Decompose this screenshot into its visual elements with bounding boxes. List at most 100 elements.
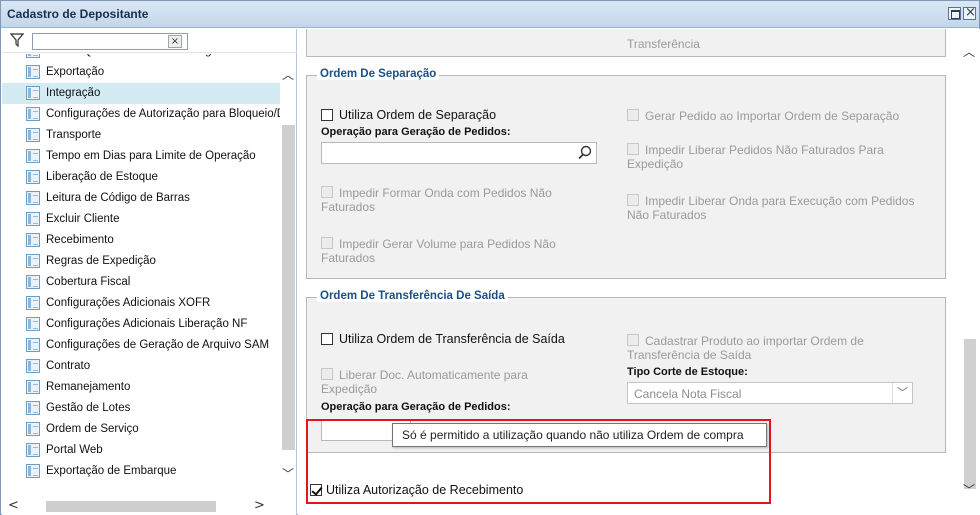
- tree-item[interactable]: Remanejamento: [2, 377, 280, 398]
- document-icon: [26, 65, 40, 79]
- tree-item[interactable]: Tempo em Dias para Limite de Operação: [2, 146, 280, 167]
- document-icon: [26, 296, 40, 310]
- depositante-window: Cadastro de Depositante × × Alterar Qtde…: [0, 0, 980, 515]
- tree-item-label: Configurações de Autorização para Bloque…: [46, 108, 280, 120]
- tree-item[interactable]: Portal Web: [2, 440, 280, 461]
- document-icon: [26, 212, 40, 226]
- scroll-left-icon[interactable]: <: [8, 498, 19, 513]
- left-vertical-scrollbar[interactable]: ︿ ﹀: [280, 68, 297, 507]
- document-icon: [26, 443, 40, 457]
- close-icon: ×: [965, 5, 976, 20]
- clear-icon: ×: [170, 36, 180, 47]
- tree-item-label: Ordem de Serviço: [46, 423, 139, 435]
- clear-filter-button[interactable]: ×: [168, 35, 182, 48]
- tree-item[interactable]: Alterar Qtde. Pedido Armazenagem: [2, 54, 280, 62]
- tree-item-label: Leitura de Código de Barras: [46, 192, 190, 204]
- filter-icon[interactable]: [10, 33, 24, 47]
- utiliza-ordem-separacao-label: Utiliza Ordem de Separação: [339, 108, 497, 122]
- tree-item[interactable]: Configurações de Autorização para Bloque…: [2, 104, 280, 125]
- title-bar[interactable]: Cadastro de Depositante ×: [1, 1, 979, 28]
- search-icon[interactable]: [574, 143, 596, 163]
- tree-item-label: Recebimento: [46, 234, 114, 246]
- tree-item[interactable]: Excluir Cliente: [2, 209, 280, 230]
- tree-item-label: Regras de Expedição: [46, 255, 156, 267]
- filter-input[interactable]: [32, 33, 188, 50]
- document-icon: [26, 107, 40, 121]
- impedir-gerar-volume-label: Impedir Gerar Volume para Pedidos Não Fa…: [321, 237, 556, 265]
- impedir-liberar-pedidos-label: Impedir Liberar Pedidos Não Faturados Pa…: [627, 143, 884, 171]
- tree-item[interactable]: Exportação: [2, 62, 280, 83]
- impedir-liberar-onda-label: Impedir Liberar Onda para Execução com P…: [627, 194, 915, 222]
- document-icon: [26, 338, 40, 352]
- tree-item[interactable]: Liberação de Estoque: [2, 167, 280, 188]
- tree-item-label: Remanejamento: [46, 381, 131, 393]
- document-icon: [26, 275, 40, 289]
- operacao-pedidos-transf-label: Operação para Geração de Pedidos:: [321, 401, 511, 413]
- partial-transferencia-label: Transferência: [627, 37, 700, 51]
- tree-item-label: Tempo em Dias para Limite de Operação: [46, 150, 256, 162]
- gerar-pedido-checkbox[interactable]: [627, 109, 639, 121]
- tree-item[interactable]: Configurações Adicionais XOFR: [2, 293, 280, 314]
- tree-item[interactable]: Configurações Adicionais Liberação NF: [2, 314, 280, 335]
- scroll-right-icon[interactable]: >: [254, 498, 265, 513]
- document-icon: [26, 128, 40, 142]
- document-icon: [26, 359, 40, 373]
- tree-item-label: Integração: [46, 87, 101, 99]
- tree-item[interactable]: Ordem de Serviço: [2, 419, 280, 440]
- window-title: Cadastro de Depositante: [7, 7, 149, 21]
- maximize-button[interactable]: [948, 7, 961, 20]
- gerar-pedido-label: Gerar Pedido ao Importar Ordem de Separa…: [645, 109, 900, 123]
- tree-item[interactable]: Configurações de Geração de Arquivo SAM: [2, 335, 280, 356]
- ordem-separacao-group: Ordem De Separação Utiliza Ordem de Sepa…: [306, 68, 946, 279]
- document-icon: [26, 422, 40, 436]
- document-icon: [26, 191, 40, 205]
- tipo-corte-label: Tipo Corte de Estoque:: [627, 366, 748, 378]
- ordem-separacao-title: Ordem De Separação: [317, 68, 440, 80]
- tree-item-label: Configurações de Geração de Arquivo SAM: [46, 339, 270, 351]
- tree-item-label: Configurações Adicionais Liberação NF: [46, 318, 248, 330]
- left-hscroll-thumb[interactable]: [46, 501, 216, 512]
- right-scroll-thumb[interactable]: [964, 339, 976, 489]
- scroll-up-icon[interactable]: ︿: [963, 43, 975, 60]
- close-button[interactable]: ×: [963, 5, 976, 20]
- operacao-pedidos-label: Operação para Geração de Pedidos:: [321, 126, 511, 138]
- tree-item[interactable]: Transporte: [2, 125, 280, 146]
- scroll-down-icon[interactable]: ﹀: [963, 481, 975, 498]
- tree-item[interactable]: Leitura de Código de Barras: [2, 188, 280, 209]
- tree-item-label: Liberação de Estoque: [46, 171, 158, 183]
- tree-item-label: Exportação: [46, 66, 105, 78]
- document-icon: [26, 380, 40, 394]
- tree-item[interactable]: Regras de Expedição: [2, 251, 280, 272]
- tree-item[interactable]: Exportação de Embarque: [2, 461, 280, 482]
- tree-item-label: Alterar Qtde. Pedido Armazenagem: [46, 54, 228, 57]
- document-icon: [26, 233, 40, 247]
- utiliza-ordem-transferencia-checkbox[interactable]: [321, 333, 333, 345]
- tree-item[interactable]: Integração: [2, 83, 280, 104]
- tree-item[interactable]: Contrato: [2, 356, 280, 377]
- tree-item[interactable]: Gestão de Lotes: [2, 398, 280, 419]
- tree-item-label: Configurações Adicionais XOFR: [46, 297, 211, 309]
- tree-item-label: Transporte: [46, 129, 102, 141]
- left-scroll-thumb[interactable]: [282, 125, 295, 450]
- document-icon: [26, 317, 40, 331]
- tree-item[interactable]: Recebimento: [2, 230, 280, 251]
- top-group: Transferência: [306, 29, 946, 57]
- scroll-up-icon[interactable]: ︿: [282, 66, 294, 83]
- document-icon: [26, 54, 40, 58]
- tree-item-label: Exportação de Embarque: [46, 465, 177, 477]
- left-panel: × Alterar Qtde. Pedido Armazenagem Export…: [2, 29, 297, 515]
- document-icon: [26, 149, 40, 163]
- scroll-down-icon[interactable]: ﹀: [282, 465, 294, 482]
- operacao-pedidos-input[interactable]: [321, 142, 597, 164]
- filter-bar: ×: [2, 29, 297, 53]
- tipo-corte-select[interactable]: Cancela Nota Fiscal ﹀: [627, 382, 913, 404]
- right-vertical-scrollbar[interactable]: ︿ ﹀: [960, 29, 979, 515]
- document-icon: [26, 464, 40, 478]
- chevron-down-icon[interactable]: ﹀: [892, 383, 912, 403]
- left-horizontal-scrollbar[interactable]: < >: [2, 498, 280, 514]
- tree-item-label: Portal Web: [46, 444, 103, 456]
- document-icon: [26, 86, 40, 100]
- tree-item[interactable]: Cobertura Fiscal: [2, 272, 280, 293]
- utiliza-ordem-separacao-checkbox[interactable]: [321, 109, 333, 121]
- document-icon: [26, 254, 40, 268]
